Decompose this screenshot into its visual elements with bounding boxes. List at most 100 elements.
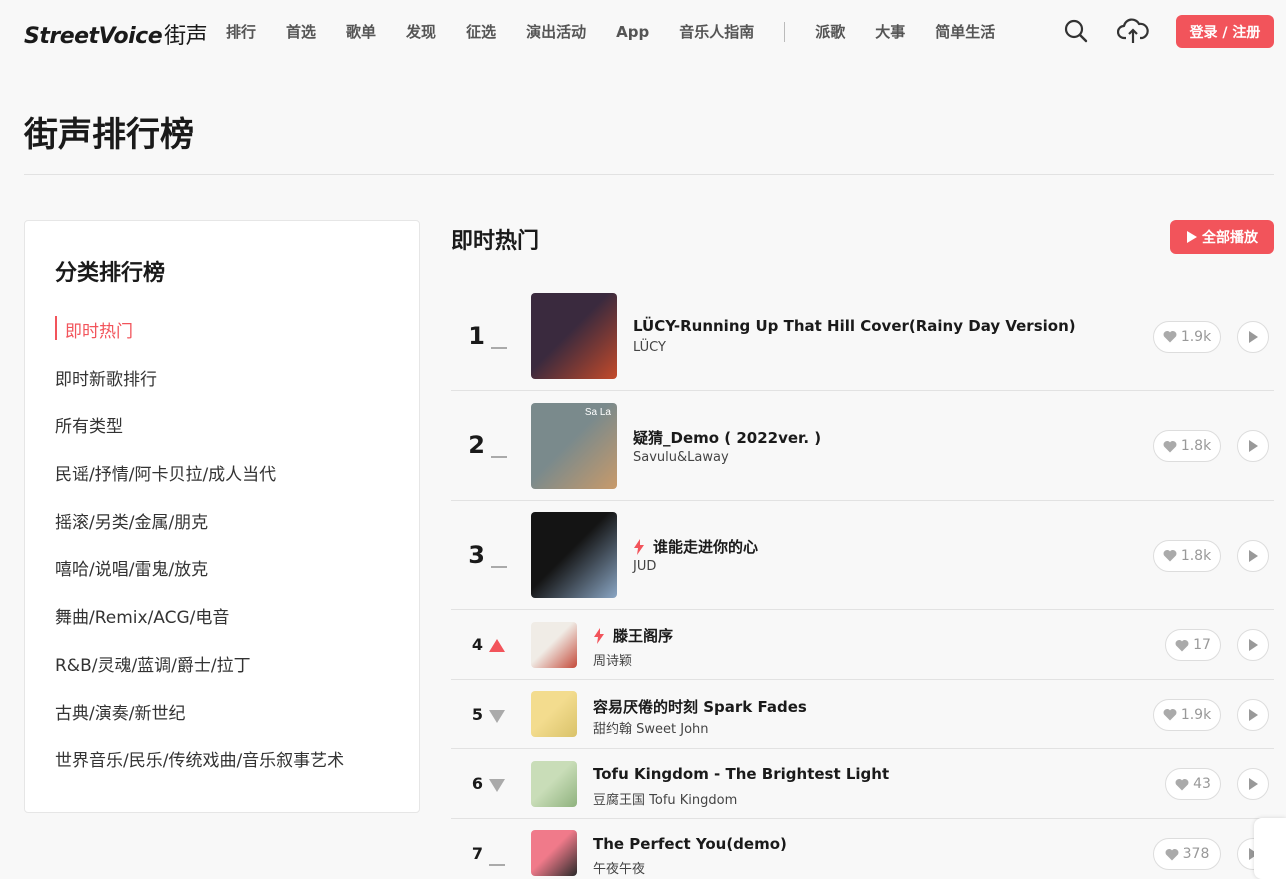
like-button[interactable]: 1.8k (1153, 539, 1221, 572)
track-artist[interactable]: JUD (633, 559, 656, 574)
track-row[interactable]: 3 谁能走进你的心 JUD 1.8k (451, 501, 1274, 610)
sidebar-item-folk[interactable]: 民谣/抒情/阿卡贝拉/成人当代 (55, 460, 344, 508)
sidebar-item-rock[interactable]: 摇滚/另类/金属/朋克 (55, 508, 344, 556)
heart-icon (1165, 848, 1179, 860)
sidebar-item-label: 摇滚/另类/金属/朋克 (55, 512, 209, 533)
like-button[interactable]: 1.9k (1153, 320, 1221, 353)
nav-picks[interactable]: 首选 (286, 21, 316, 42)
active-indicator (55, 316, 57, 340)
track-row[interactable]: 4 滕王阁序 周诗颖 17 (451, 610, 1274, 680)
nav-submissions[interactable]: 征选 (466, 21, 496, 42)
login-register-button[interactable]: 登录 / 注册 (1176, 15, 1274, 48)
track-title[interactable]: 滕王阁序 (593, 625, 673, 646)
trend-same-icon (491, 444, 507, 463)
track-title[interactable]: LÜCY-Running Up That Hill Cover(Rainy Da… (633, 317, 1076, 335)
play-icon (1249, 330, 1258, 343)
sidebar-title: 分类排行榜 (55, 261, 166, 286)
album-cover[interactable]: Sa La (531, 403, 617, 489)
trend-up-icon (489, 637, 505, 656)
nav-simple-life[interactable]: 简单生活 (935, 21, 995, 42)
sidebar-item-world[interactable]: 世界音乐/民乐/传统戏曲/音乐叙事艺术 (55, 746, 344, 794)
track-rank: 1 (468, 321, 485, 350)
sidebar-item-trending[interactable]: 即时热门 (55, 316, 344, 365)
heart-icon (1175, 778, 1189, 790)
track-row[interactable]: 5 容易厌倦的时刻 Spark Fades 甜约翰 Sweet John 1.9k (451, 680, 1274, 749)
track-title[interactable]: 疑猜_Demo ( 2022ver. ) (633, 427, 821, 448)
album-cover[interactable] (531, 830, 577, 876)
track-title-text: The Perfect You(demo) (593, 835, 787, 853)
nav-musician-guide[interactable]: 音乐人指南 (679, 21, 754, 42)
sidebar-item-all-genres[interactable]: 所有类型 (55, 412, 344, 460)
play-track-button[interactable] (1237, 629, 1269, 661)
play-icon (1249, 440, 1258, 452)
like-button[interactable]: 1.9k (1153, 698, 1221, 731)
like-button[interactable]: 17 (1165, 629, 1221, 661)
track-artist[interactable]: 周诗颖 (593, 650, 632, 669)
track-title[interactable]: 谁能走进你的心 (633, 536, 758, 557)
sidebar-item-dance[interactable]: 舞曲/Remix/ACG/电音 (55, 603, 344, 651)
play-track-button[interactable] (1237, 430, 1269, 462)
album-cover[interactable] (531, 622, 577, 668)
trend-same-icon (491, 554, 507, 573)
track-row[interactable]: 6 Tofu Kingdom - The Brightest Light 豆腐王国 … (451, 749, 1274, 819)
track-rank: 2 (468, 431, 485, 460)
play-icon (1249, 639, 1258, 651)
like-button[interactable]: 1.8k (1153, 430, 1221, 462)
sidebar-item-hiphop[interactable]: 嘻哈/说唱/雷鬼/放克 (55, 555, 344, 603)
track-title[interactable]: Tofu Kingdom - The Brightest Light (593, 765, 889, 783)
hot-lightning-icon (593, 627, 605, 644)
search-icon[interactable] (1061, 16, 1091, 46)
track-artist[interactable]: 豆腐王国 Tofu Kingdom (593, 789, 737, 808)
album-cover[interactable] (531, 512, 617, 598)
upload-cloud-icon[interactable] (1116, 16, 1149, 46)
play-all-label: 全部播放 (1202, 230, 1258, 246)
track-artist[interactable]: Savulu&Laway (633, 450, 729, 465)
trend-down-icon (489, 777, 505, 796)
nav-playlists[interactable]: 歌单 (346, 21, 376, 42)
play-icon (1249, 778, 1258, 790)
play-track-button[interactable] (1237, 320, 1269, 353)
nav-app[interactable]: App (616, 23, 649, 41)
play-all-button[interactable]: 全部播放 (1170, 220, 1274, 254)
play-track-button[interactable] (1237, 539, 1269, 572)
sidebar-item-label: 即时热门 (65, 322, 133, 342)
like-button[interactable]: 378 (1153, 838, 1221, 870)
track-title[interactable]: 容易厌倦的时刻 Spark Fades (593, 696, 807, 717)
nav-ranking[interactable]: 排行 (226, 21, 256, 42)
album-cover[interactable] (531, 293, 617, 379)
sidebar-item-rnb[interactable]: R&B/灵魂/蓝调/爵士/拉丁 (55, 651, 344, 699)
nav-events-big[interactable]: 大事 (875, 21, 905, 42)
like-button[interactable]: 43 (1165, 768, 1221, 800)
track-title-text: 谁能走进你的心 (653, 538, 759, 556)
heart-icon (1163, 331, 1177, 343)
nav-events[interactable]: 演出活动 (526, 21, 586, 42)
track-artist[interactable]: 午夜午夜 (593, 858, 645, 877)
like-count: 1.9k (1180, 328, 1212, 345)
album-cover[interactable] (531, 691, 577, 737)
sidebar-item-label: 古典/演奏/新世纪 (55, 703, 186, 724)
sidebar-item-new-songs[interactable]: 即时新歌排行 (55, 365, 344, 413)
track-row[interactable]: 1 LÜCY-Running Up That Hill Cover(Rainy D… (451, 282, 1274, 391)
track-artist[interactable]: LÜCY (633, 340, 666, 355)
section-title: 即时热门 (451, 229, 540, 254)
track-row[interactable]: 7 The Perfect You(demo) 午夜午夜 378 (451, 819, 1274, 879)
category-sidebar: 分类排行榜 即时热门 即时新歌排行 所有类型 民谣/抒情/阿卡贝拉/成人当代 摇… (24, 220, 420, 813)
play-track-button[interactable] (1237, 698, 1269, 731)
nav-paige[interactable]: 派歌 (815, 21, 845, 42)
track-rank: 3 (468, 540, 485, 569)
like-count: 1.8k (1180, 547, 1212, 564)
play-track-button[interactable] (1237, 768, 1269, 800)
sidebar-item-classical[interactable]: 古典/演奏/新世纪 (55, 699, 344, 747)
heart-icon (1163, 709, 1177, 721)
like-count: 1.9k (1180, 706, 1212, 723)
streetvoice-logo[interactable]: StreetVoice街声 (24, 18, 208, 50)
nav-discover[interactable]: 发现 (406, 21, 436, 42)
heart-icon (1163, 550, 1177, 562)
page-title: 街声排行榜 (24, 115, 194, 155)
side-scroll-tab[interactable] (1254, 818, 1286, 879)
album-cover[interactable] (531, 761, 577, 807)
track-title[interactable]: The Perfect You(demo) (593, 835, 787, 853)
like-count: 43 (1193, 776, 1211, 792)
track-artist[interactable]: 甜约翰 Sweet John (593, 718, 709, 737)
track-row[interactable]: 2 Sa La 疑猜_Demo ( 2022ver. ) Savulu&Laway 1.… (451, 391, 1274, 501)
